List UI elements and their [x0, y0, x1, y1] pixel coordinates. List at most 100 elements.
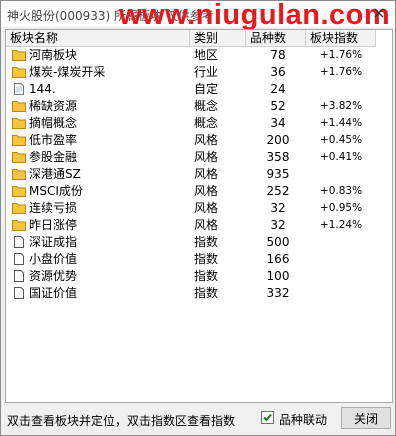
folder-icon	[12, 117, 26, 129]
table-row[interactable]: 国证价值 指数 332	[6, 285, 376, 302]
sector-name-cell: 河南板块	[12, 47, 190, 64]
folder-icon	[12, 219, 26, 231]
folder-icon	[12, 49, 26, 61]
sector-name: 昨日涨停	[29, 218, 78, 232]
sector-name-cell: 煤炭-煤炭开采	[12, 64, 190, 81]
sector-index: +0.45%	[319, 134, 363, 146]
table-row[interactable]: 摘帽概念 概念 34 +1.44%	[6, 115, 376, 132]
sector-count: 32	[270, 201, 286, 215]
table-row[interactable]: MSCI成份 风格 252 +0.83%	[6, 183, 376, 200]
sector-name: 深证成指	[29, 235, 78, 249]
sector-name: 国证价值	[29, 286, 78, 300]
sector-name-cell: 参股金融	[12, 149, 190, 166]
sector-index: +1.24%	[319, 219, 363, 231]
table-row[interactable]: 参股金融 风格 358 +0.41%	[6, 149, 376, 166]
sector-count: 36	[270, 65, 286, 79]
column-header-count[interactable]: 品种数	[246, 30, 306, 46]
close-icon[interactable]: ×	[369, 3, 389, 23]
sector-type: 风格	[194, 201, 219, 215]
index-doc-icon	[12, 287, 26, 299]
sector-index: +0.95%	[319, 202, 363, 214]
sector-count: 332	[266, 286, 290, 300]
table-row[interactable]: 煤炭-煤炭开采 行业 36 +1.76%	[6, 64, 376, 81]
sector-name: 144.	[29, 82, 56, 96]
index-doc-icon	[12, 236, 26, 248]
table-header: 板块名称 类别 品种数 板块指数	[6, 30, 376, 47]
sector-name: 摘帽概念	[29, 116, 78, 130]
sector-name-cell: MSCI成份	[12, 183, 190, 200]
checkmark-icon	[263, 413, 272, 422]
column-header-type[interactable]: 类别	[190, 30, 246, 46]
sector-index	[308, 268, 374, 285]
sector-index	[308, 81, 374, 98]
sector-type: 风格	[194, 150, 219, 164]
sector-name: 小盘价值	[29, 252, 78, 266]
sector-type: 概念	[194, 99, 219, 113]
sector-name: 连续亏损	[29, 201, 78, 215]
sector-type: 风格	[194, 167, 219, 181]
sector-index	[308, 234, 374, 251]
sector-count: 358	[266, 150, 290, 164]
sector-name-cell: 连续亏损	[12, 200, 190, 217]
sector-count: 100	[266, 269, 290, 283]
index-doc-icon	[12, 253, 26, 265]
sector-index: +0.41%	[319, 151, 363, 163]
folder-icon	[12, 202, 26, 214]
table-row[interactable]: 深证成指 指数 500	[6, 234, 376, 251]
sector-index: +1.76%	[319, 66, 363, 78]
sector-name-cell: 深证成指	[12, 234, 190, 251]
sector-table[interactable]: 板块名称 类别 品种数 板块指数 河南板块 地区 78 +1.76% 煤炭-煤炭开采 行业…	[5, 29, 393, 403]
table-row[interactable]: 连续亏损 风格 32 +0.95%	[6, 200, 376, 217]
sector-name: 资源优势	[29, 269, 78, 283]
sector-name: 稀缺资源	[29, 99, 78, 113]
index-doc-icon	[12, 270, 26, 282]
folder-icon	[12, 151, 26, 163]
table-row[interactable]: 深港通SZ 风格 935	[6, 166, 376, 183]
sector-type: 行业	[194, 65, 219, 79]
watermark-text: www.niugulan.com	[119, 0, 391, 31]
sector-count: 935	[266, 167, 290, 181]
document-icon	[12, 83, 26, 95]
table-row[interactable]: 河南板块 地区 78 +1.76%	[6, 47, 376, 64]
sector-index: +1.44%	[319, 117, 363, 129]
sector-name: 煤炭-煤炭开采	[29, 65, 106, 79]
sector-type: 指数	[194, 252, 219, 266]
sector-index	[308, 251, 374, 268]
sector-type: 风格	[194, 218, 219, 232]
table-row[interactable]: 资源优势 指数 100	[6, 268, 376, 285]
table-row[interactable]: 144. 自定 24	[6, 81, 376, 98]
column-header-index[interactable]: 板块指数	[306, 30, 376, 46]
title-bar[interactable]: 神火股份(000933) 所属板块 仅供参考 www.niugulan.com …	[1, 0, 395, 31]
table-row[interactable]: 小盘价值 指数 166	[6, 251, 376, 268]
sector-type: 地区	[194, 48, 219, 62]
linkage-checkbox[interactable]	[261, 411, 274, 424]
status-bar: 双击查看板块并定位，双击指数区查看指数 品种联动 关闭	[1, 403, 395, 435]
sector-count: 200	[266, 133, 290, 147]
sector-type: 指数	[194, 235, 219, 249]
sector-type: 指数	[194, 286, 219, 300]
sector-index	[308, 166, 374, 183]
sector-name: MSCI成份	[29, 184, 83, 198]
sector-count: 24	[270, 82, 286, 96]
sector-type: 风格	[194, 184, 219, 198]
sector-name-cell: 小盘价值	[12, 251, 190, 268]
sector-index: +0.83%	[319, 185, 363, 197]
column-header-name[interactable]: 板块名称	[6, 30, 190, 46]
folder-icon	[12, 100, 26, 112]
table-row[interactable]: 昨日涨停 风格 32 +1.24%	[6, 217, 376, 234]
sector-count: 252	[266, 184, 290, 198]
sector-name-cell: 低市盈率	[12, 132, 190, 149]
close-button[interactable]: 关闭	[341, 407, 391, 429]
sector-type: 概念	[194, 116, 219, 130]
table-row[interactable]: 低市盈率 风格 200 +0.45%	[6, 132, 376, 149]
sector-name: 参股金融	[29, 150, 78, 164]
sector-index	[308, 285, 374, 302]
folder-icon	[12, 185, 26, 197]
sector-name: 深港通SZ	[29, 167, 81, 181]
sector-index: +1.76%	[319, 49, 363, 61]
sector-type: 自定	[194, 82, 219, 96]
sector-count: 32	[270, 218, 286, 232]
linkage-checkbox-label[interactable]: 品种联动	[279, 411, 327, 428]
sector-type: 指数	[194, 269, 219, 283]
table-row[interactable]: 稀缺资源 概念 52 +3.82%	[6, 98, 376, 115]
